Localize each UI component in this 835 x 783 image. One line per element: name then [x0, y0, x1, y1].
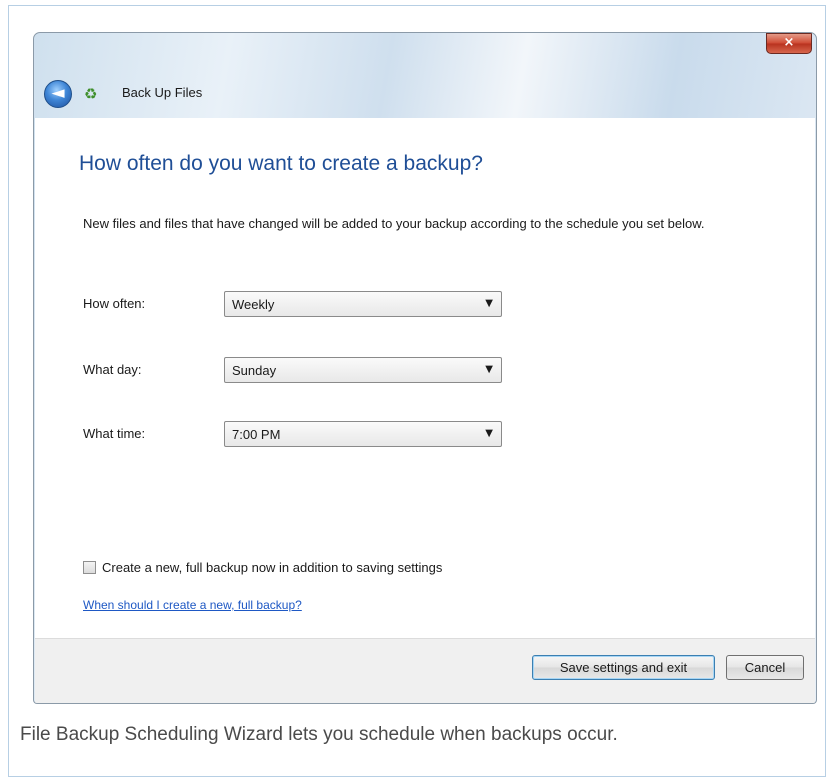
- chevron-down-icon: ▼: [485, 428, 493, 439]
- page-description: New files and files that have changed wi…: [83, 216, 705, 231]
- chevron-down-icon: ▼: [485, 364, 493, 375]
- save-settings-button[interactable]: Save settings and exit: [532, 655, 715, 680]
- how-often-dropdown[interactable]: Weekly ▼: [224, 291, 502, 317]
- page-heading: How often do you want to create a backup…: [79, 152, 483, 175]
- cancel-button[interactable]: Cancel: [726, 655, 804, 680]
- full-backup-checkbox[interactable]: [83, 561, 96, 574]
- what-day-label: What day:: [83, 362, 142, 377]
- wizard-content: How often do you want to create a backup…: [35, 118, 815, 638]
- what-time-label: What time:: [83, 426, 146, 441]
- back-arrow-icon: ◄: [51, 83, 65, 103]
- backup-icon: ♻: [84, 85, 98, 103]
- full-backup-checkbox-label[interactable]: Create a new, full backup now in additio…: [102, 560, 442, 575]
- chevron-down-icon: ▼: [485, 298, 493, 309]
- what-time-value: 7:00 PM: [232, 427, 281, 442]
- full-backup-help-link[interactable]: When should I create a new, full backup?: [83, 598, 302, 612]
- what-time-dropdown[interactable]: 7:00 PM ▼: [224, 421, 502, 447]
- title-bar: ◄ ♻ Back Up Files: [34, 75, 816, 115]
- image-caption: File Backup Scheduling Wizard lets you s…: [20, 724, 618, 745]
- close-button[interactable]: ×: [766, 33, 812, 54]
- backup-wizard-window: × ◄ ♻ Back Up Files How often do you wan…: [33, 32, 817, 704]
- button-bar: Save settings and exit Cancel: [35, 638, 815, 703]
- back-button[interactable]: ◄: [44, 80, 72, 108]
- what-day-value: Sunday: [232, 363, 277, 378]
- close-icon: ×: [783, 35, 795, 50]
- how-often-value: Weekly: [232, 297, 275, 312]
- window-title: Back Up Files: [122, 85, 203, 100]
- what-day-dropdown[interactable]: Sunday ▼: [224, 357, 502, 383]
- how-often-label: How often:: [83, 296, 146, 311]
